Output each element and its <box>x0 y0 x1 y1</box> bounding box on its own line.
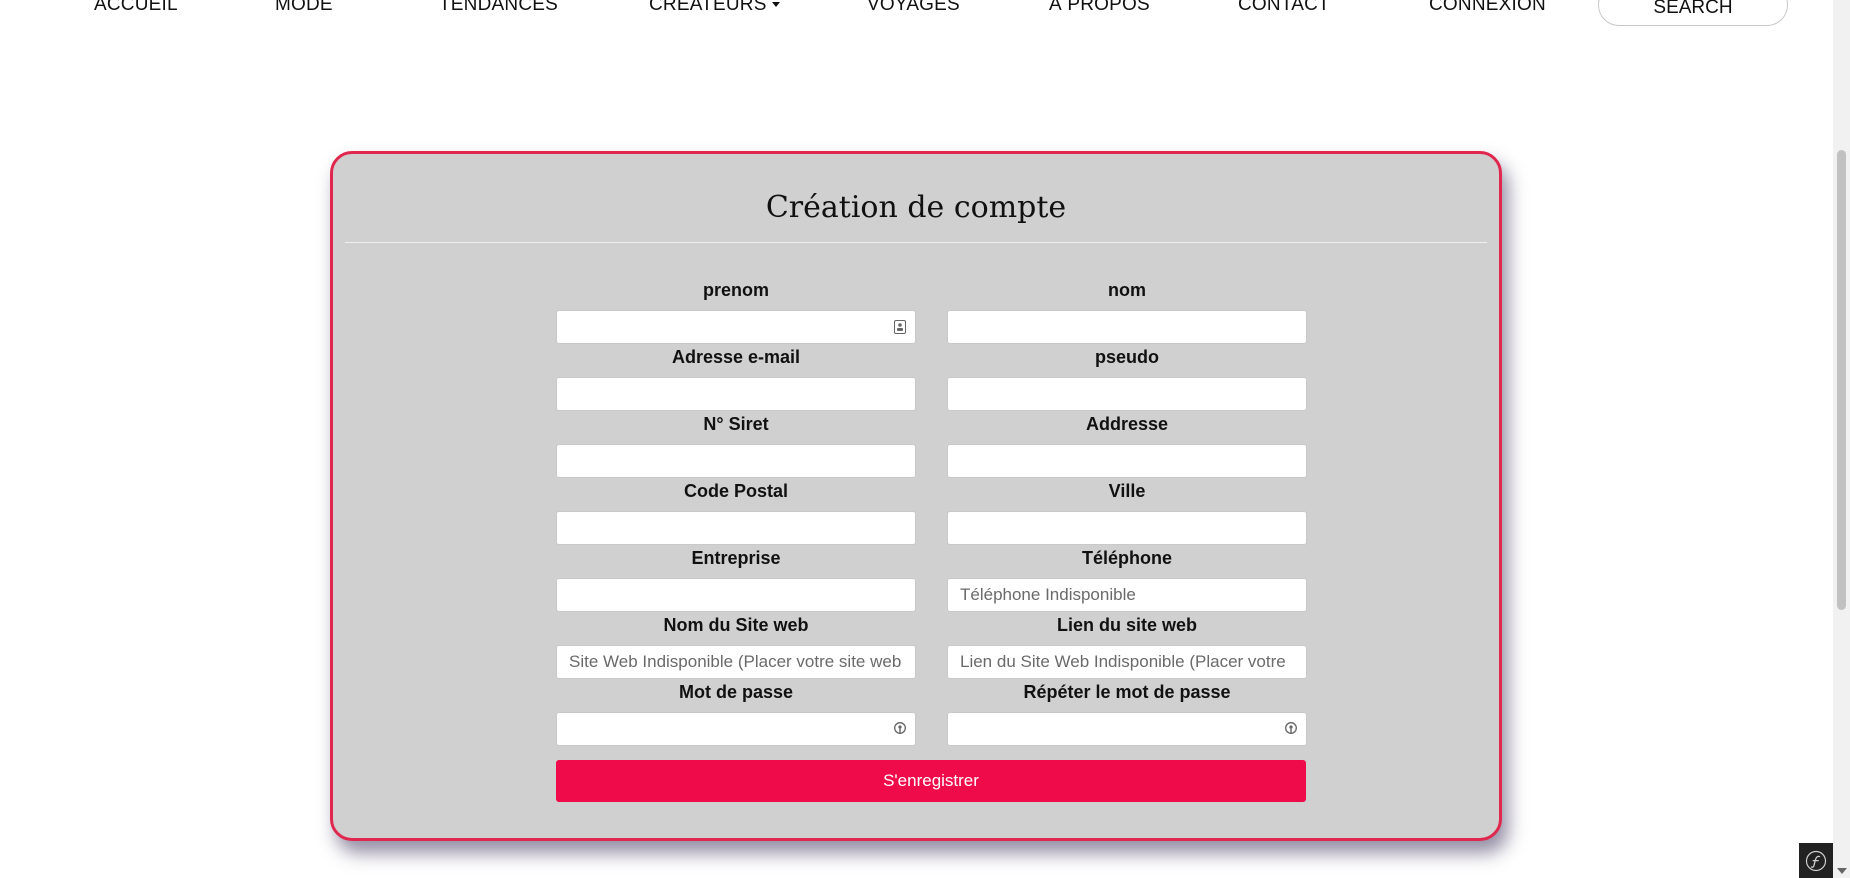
nav-item-accueil[interactable]: ACCUEIL <box>94 0 178 16</box>
nav-item-a-propos[interactable]: À PROPOS <box>1049 0 1150 16</box>
mot-de-passe-label: Mot de passe <box>678 682 794 702</box>
telephone-label: Téléphone <box>1081 548 1172 568</box>
nav-item-mode[interactable]: MODE <box>275 0 333 16</box>
mot-de-passe-repeat-label: Répéter le mot de passe <box>1023 682 1231 702</box>
top-navigation: ACCUEIL MODE TENDANCES CRÉATEURS VOYAGES… <box>0 0 1830 40</box>
search-button[interactable]: SEARCH <box>1598 0 1788 26</box>
code-postal-label: Code Postal <box>683 481 789 501</box>
siret-input[interactable] <box>556 444 916 478</box>
key-icon[interactable] <box>893 722 907 736</box>
prenom-input[interactable] <box>556 310 916 344</box>
scroll-down-arrow-icon[interactable] <box>1837 868 1847 874</box>
nav-item-createurs[interactable]: CRÉATEURS <box>649 0 780 16</box>
title-divider <box>345 242 1487 243</box>
scrollbar-thumb[interactable] <box>1837 150 1846 610</box>
siret-label: N° Siret <box>703 414 769 434</box>
mot-de-passe-repeat-input[interactable] <box>947 712 1307 746</box>
email-label: Adresse e-mail <box>671 347 801 367</box>
key-icon[interactable] <box>1284 722 1298 736</box>
nom-input[interactable] <box>947 310 1307 344</box>
entreprise-input[interactable] <box>556 578 916 612</box>
symfony-toolbar-toggle[interactable] <box>1799 843 1833 878</box>
nom-label: nom <box>1108 280 1146 300</box>
page-scrollbar[interactable] <box>1833 0 1850 878</box>
ville-input[interactable] <box>947 511 1307 545</box>
site-lien-input[interactable] <box>947 645 1307 679</box>
nav-item-voyages[interactable]: VOYAGES <box>867 0 960 16</box>
entreprise-label: Entreprise <box>691 548 781 568</box>
nav-item-createurs-label: CRÉATEURS <box>649 0 767 15</box>
pseudo-label: pseudo <box>1094 347 1159 367</box>
addresse-label: Addresse <box>1085 414 1169 434</box>
form-title: Création de compte <box>765 190 1067 225</box>
email-input[interactable] <box>556 377 916 411</box>
mot-de-passe-input[interactable] <box>556 712 916 746</box>
site-lien-label: Lien du site web <box>1056 615 1198 635</box>
symfony-logo-icon <box>1805 850 1827 871</box>
code-postal-input[interactable] <box>556 511 916 545</box>
telephone-input[interactable] <box>947 578 1307 612</box>
address-card-icon[interactable] <box>893 320 907 334</box>
nav-item-contact[interactable]: CONTACT <box>1238 0 1330 16</box>
pseudo-input[interactable] <box>947 377 1307 411</box>
registration-card: Création de compte prenom nom Adresse e-… <box>330 151 1502 841</box>
site-nom-label: Nom du Site web <box>663 615 809 635</box>
nav-item-connexion[interactable]: CONNEXION <box>1429 0 1546 16</box>
register-button[interactable]: S'enregistrer <box>556 760 1306 802</box>
site-nom-input[interactable] <box>556 645 916 679</box>
addresse-input[interactable] <box>947 444 1307 478</box>
caret-down-icon <box>771 2 780 8</box>
prenom-label: prenom <box>702 280 769 300</box>
ville-label: Ville <box>1108 481 1146 501</box>
nav-item-tendances[interactable]: TENDANCES <box>439 0 558 16</box>
